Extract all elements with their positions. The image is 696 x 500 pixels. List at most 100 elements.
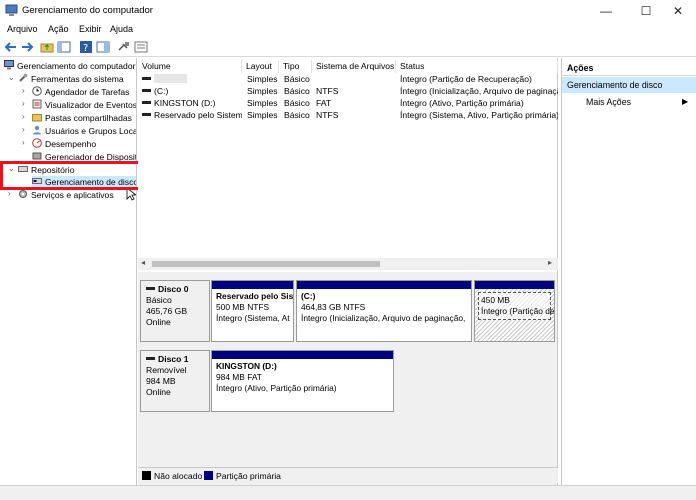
clock-icon	[32, 86, 42, 96]
tree-item-performance[interactable]: Desempenho	[32, 138, 96, 151]
disk-size: 984 MB	[146, 376, 176, 386]
disk-size: 465,76 GB	[146, 306, 188, 316]
more-actions-item[interactable]: Mais Ações ▶	[562, 94, 696, 110]
menu-ajuda[interactable]: Ajuda	[110, 24, 133, 34]
partition-c[interactable]: (C:) 464,83 GB NTFS Íntegro (Inicializaç…	[296, 280, 472, 342]
tree-item-task-scheduler[interactable]: Agendador de Tarefas	[32, 86, 129, 99]
volume-type: Básico	[284, 110, 310, 120]
volume-type: Básico	[284, 98, 310, 108]
actions-pane: Ações Gerenciamento de disco Mais Ações …	[561, 58, 696, 485]
actions-section-disk-management[interactable]: Gerenciamento de disco	[562, 77, 696, 93]
volume-filesystem: NTFS	[316, 86, 339, 96]
volume-filesystem: NTFS	[316, 110, 339, 120]
column-header-type[interactable]: Tipo	[279, 60, 312, 73]
horizontal-scrollbar[interactable]: ◂ ▸	[138, 258, 558, 270]
collapse-chevron-icon[interactable]: ⌄	[8, 73, 15, 82]
column-header-status[interactable]: Status	[396, 60, 558, 73]
tree-item-shared-folders[interactable]: Pastas compartilhadas	[32, 112, 132, 125]
expand-chevron-icon[interactable]: ›	[22, 86, 25, 95]
menu-arquivo[interactable]: Arquivo	[7, 24, 38, 34]
scroll-right-icon[interactable]: ▸	[548, 258, 552, 267]
show-hide-tree-icon[interactable]	[57, 40, 71, 54]
scrollbar-thumb[interactable]	[152, 261, 380, 267]
partition-status: Íntegro (Inicialização, Arquivo de pagin…	[301, 313, 466, 323]
legend: Não alocado Partição primária	[138, 467, 558, 483]
highlight-box	[0, 161, 146, 190]
volume-list: Volume Layout Tipo Sistema de Arquivos S…	[138, 58, 558, 272]
table-row[interactable]: Reservado pelo Sistema	[142, 109, 242, 121]
more-actions-label: Mais Ações	[586, 97, 631, 107]
toolbar: ?	[0, 38, 696, 57]
volume-status: Íntegro (Partição de Recuperação)	[400, 74, 532, 84]
forward-icon[interactable]	[20, 40, 34, 54]
actions-section-label: Gerenciamento de disco	[567, 80, 663, 90]
up-folder-icon[interactable]	[40, 40, 54, 54]
table-row[interactable]: KINGSTON (D:)	[142, 97, 242, 109]
submenu-arrow-icon: ▶	[682, 97, 689, 106]
tree-item-users-groups[interactable]: Usuários e Grupos Loca	[32, 125, 137, 138]
disk-state: Online	[146, 387, 171, 397]
table-row[interactable]: (C:)	[142, 85, 242, 97]
tree-label-system-tools: Ferramentas do sistema	[31, 74, 124, 84]
legend-unallocated: Não alocado	[142, 471, 202, 481]
expand-chevron-icon[interactable]: ›	[22, 112, 25, 121]
tree-item-services-apps[interactable]: Serviços e aplicativos	[18, 189, 114, 202]
back-icon[interactable]	[4, 40, 18, 54]
column-header-volume[interactable]: Volume	[138, 60, 242, 73]
close-button[interactable]: ✕	[660, 0, 696, 22]
minimize-button[interactable]: —	[588, 0, 624, 22]
legend-label: Partição primária	[216, 471, 281, 481]
list-view-icon[interactable]	[134, 40, 148, 54]
console-tree: Gerenciamento do computador ⌄ Ferramenta…	[0, 58, 137, 485]
svg-text:?: ?	[83, 43, 88, 54]
volume-status: Íntegro (Ativo, Partição primária)	[400, 98, 524, 108]
title-bar: Gerenciamento do computador — ☐ ✕	[0, 0, 696, 22]
partition-size: 500 MB NTFS	[216, 302, 270, 312]
partition-size: 984 MB FAT	[216, 372, 262, 382]
table-row[interactable]	[142, 73, 242, 85]
partition-title: KINGSTON (D:)	[216, 361, 277, 371]
tree-item-system-tools[interactable]: Ferramentas do sistema	[18, 73, 124, 86]
partition-system-reserved[interactable]: Reservado pelo Sis 500 MB NTFS Íntegro (…	[211, 280, 294, 342]
tree-label-task-scheduler: Agendador de Tarefas	[45, 87, 130, 97]
volume-icon	[142, 101, 151, 104]
disk-0-label[interactable]: Disco 0 Básico 465,76 GB Online	[140, 280, 210, 342]
disk-name: Disco 0	[158, 284, 189, 294]
partition-kingston[interactable]: KINGSTON (D:) 984 MB FAT Íntegro (Ativo,…	[211, 350, 394, 412]
expand-chevron-icon[interactable]: ›	[22, 125, 25, 134]
expand-chevron-icon[interactable]: ›	[8, 189, 11, 198]
expand-chevron-icon[interactable]: ›	[22, 138, 25, 147]
properties-icon[interactable]	[96, 40, 110, 54]
tree-label-users-groups: Usuários e Grupos Loca	[45, 126, 137, 136]
partition-size: 450 MB	[481, 295, 510, 305]
column-header-filesystem[interactable]: Sistema de Arquivos	[312, 60, 396, 73]
tree-label-shared-folders: Pastas compartilhadas	[45, 113, 132, 123]
volume-layout: Simples	[247, 86, 278, 96]
legend-label: Não alocado	[154, 471, 203, 481]
primary-partition-bar	[212, 351, 393, 359]
volume-status: Íntegro (Sistema, Ativo, Partição primár…	[400, 110, 558, 120]
menu-bar: Arquivo Ação Exibir Ajuda	[0, 22, 696, 38]
tools-icon	[19, 73, 28, 82]
column-header-layout[interactable]: Layout	[242, 60, 279, 73]
disk-1-label[interactable]: Disco 1 Removível 984 MB Online	[140, 350, 210, 412]
help-icon[interactable]: ?	[79, 40, 93, 54]
partition-recovery[interactable]: 450 MB Íntegro (Partição de	[474, 280, 555, 342]
primary-partition-bar	[212, 281, 293, 289]
scroll-left-icon[interactable]: ◂	[141, 258, 145, 267]
maximize-button[interactable]: ☐	[628, 0, 664, 22]
tree-label-performance: Desempenho	[45, 139, 97, 149]
tree-item-root[interactable]: Gerenciamento do computador	[4, 60, 135, 73]
volume-name: KINGSTON (D:)	[154, 98, 216, 108]
volume-layout: Simples	[247, 98, 278, 108]
menu-acao[interactable]: Ação	[48, 24, 69, 34]
connect-icon[interactable]	[117, 40, 131, 54]
tree-item-event-viewer[interactable]: Visualizador de Eventos	[32, 99, 136, 112]
volume-status: Íntegro (Inicialização, Arquivo de pagin…	[400, 86, 558, 96]
volume-icon	[142, 89, 151, 92]
expand-chevron-icon[interactable]: ›	[22, 99, 25, 108]
disk-state: Online	[146, 317, 171, 327]
partition-status: Íntegro (Partição de	[481, 306, 555, 316]
menu-exibir[interactable]: Exibir	[79, 24, 102, 34]
computer-management-icon	[5, 4, 18, 16]
